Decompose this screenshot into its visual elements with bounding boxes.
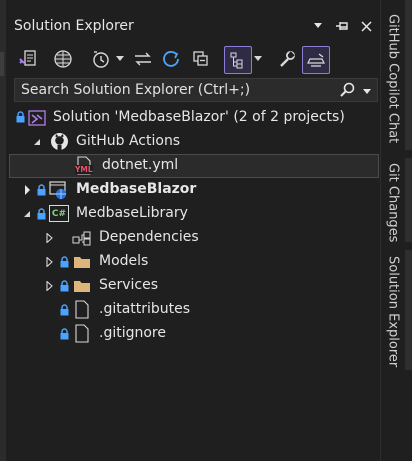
dependencies-label: Dependencies	[99, 229, 199, 245]
solution-explorer-pane: Solution Explorer Search Solution Explor…	[6, 0, 380, 461]
show-tree-view-icon[interactable]	[224, 46, 252, 74]
csharp-badge: C#	[51, 208, 67, 219]
tab-github-copilot-chat[interactable]: GitHub Copilot Chat	[383, 14, 403, 152]
lock-icon	[60, 304, 69, 316]
expand-arrow-icon[interactable]	[44, 280, 54, 292]
tree-item-project-medbaselibrary[interactable]: C# MedbaseLibrary	[6, 202, 380, 226]
tree-item-github-actions[interactable]: GitHub Actions	[6, 130, 380, 154]
pending-changes-filter-icon[interactable]	[90, 46, 112, 72]
gitignore-label: .gitignore	[99, 325, 166, 341]
tab-solution-explorer[interactable]: Solution Explorer	[383, 256, 403, 372]
github-icon	[50, 132, 69, 151]
title-actions	[310, 18, 374, 34]
tree-item-gitignore[interactable]: .gitignore	[6, 322, 380, 346]
panel-title-bar: Solution Explorer	[6, 14, 380, 38]
file-icon	[74, 324, 90, 343]
sync-with-active-document-icon[interactable]	[132, 46, 154, 72]
folder-icon	[73, 279, 91, 293]
web-project-icon	[49, 181, 68, 200]
tree-item-gitattributes[interactable]: .gitattributes	[6, 298, 380, 322]
expand-arrow-icon[interactable]	[44, 232, 54, 244]
refresh-icon[interactable]	[160, 46, 182, 72]
search-options-dropdown-icon[interactable]	[363, 83, 371, 99]
pin-icon[interactable]	[334, 18, 350, 34]
window-position-icon[interactable]	[310, 18, 326, 34]
show-all-files-globe-icon[interactable]	[52, 46, 74, 72]
tree-item-solution[interactable]: Solution 'MedbaseBlazor' (2 of 2 project…	[6, 106, 380, 130]
file-icon	[74, 300, 90, 319]
tree-item-services-folder[interactable]: Services	[6, 274, 380, 298]
gitattributes-label: .gitattributes	[99, 301, 191, 317]
panel-title: Solution Explorer	[14, 18, 134, 34]
lock-icon	[16, 111, 25, 123]
git-changes-tab-indicator	[405, 158, 412, 242]
lock-icon	[37, 184, 46, 196]
expand-arrow-icon[interactable]	[22, 184, 32, 196]
tree-item-project-medbaseblazor[interactable]: MedbaseBlazor	[6, 178, 380, 202]
tab-git-changes[interactable]: Git Changes	[383, 163, 403, 245]
copilot-tab-indicator	[405, 0, 412, 150]
yml-file-icon: YML	[75, 156, 93, 176]
search-input[interactable]: Search Solution Explorer (Ctrl+;)	[14, 78, 378, 102]
close-icon[interactable]	[358, 18, 374, 34]
collapse-arrow-icon[interactable]	[32, 136, 42, 148]
lock-icon	[60, 256, 69, 268]
dependencies-icon	[72, 230, 92, 246]
yml-badge: YML	[75, 165, 93, 174]
right-tool-window-tabs: GitHub Copilot Chat Git Changes Solution…	[380, 0, 412, 461]
filter-dropdown-icon[interactable]	[114, 46, 126, 72]
dotnet-file-label: dotnet.yml	[102, 157, 179, 173]
tree-item-dependencies[interactable]: Dependencies	[6, 226, 380, 250]
project-blazor-label: MedbaseBlazor	[76, 181, 197, 197]
solution-label: Solution 'MedbaseBlazor' (2 of 2 project…	[53, 109, 345, 125]
search-icon[interactable]	[339, 82, 355, 102]
search-placeholder: Search Solution Explorer (Ctrl+;)	[21, 82, 251, 98]
tree-item-dotnet-yml[interactable]: YML dotnet.yml	[9, 154, 379, 178]
tree-item-models-folder[interactable]: Models	[6, 250, 380, 274]
project-library-label: MedbaseLibrary	[76, 205, 188, 221]
expand-arrow-icon[interactable]	[44, 256, 54, 268]
models-label: Models	[99, 253, 149, 269]
view-options-dropdown-icon[interactable]	[252, 46, 264, 72]
lock-icon	[60, 328, 69, 340]
properties-wrench-icon[interactable]	[276, 46, 298, 72]
github-actions-label: GitHub Actions	[76, 133, 181, 149]
collapse-all-icon[interactable]	[190, 46, 212, 72]
switch-views-icon[interactable]	[16, 46, 40, 72]
toolbar	[6, 42, 380, 76]
preview-selected-items-icon[interactable]	[302, 46, 330, 74]
collapse-arrow-icon[interactable]	[22, 208, 32, 220]
services-label: Services	[99, 277, 159, 293]
left-strip-marker	[0, 52, 4, 76]
solution-explorer-tab-indicator	[405, 250, 412, 370]
folder-icon	[73, 255, 91, 269]
solution-icon	[28, 109, 46, 127]
lock-icon	[60, 280, 69, 292]
lock-icon	[37, 208, 46, 220]
csharp-project-icon: C#	[49, 205, 69, 222]
